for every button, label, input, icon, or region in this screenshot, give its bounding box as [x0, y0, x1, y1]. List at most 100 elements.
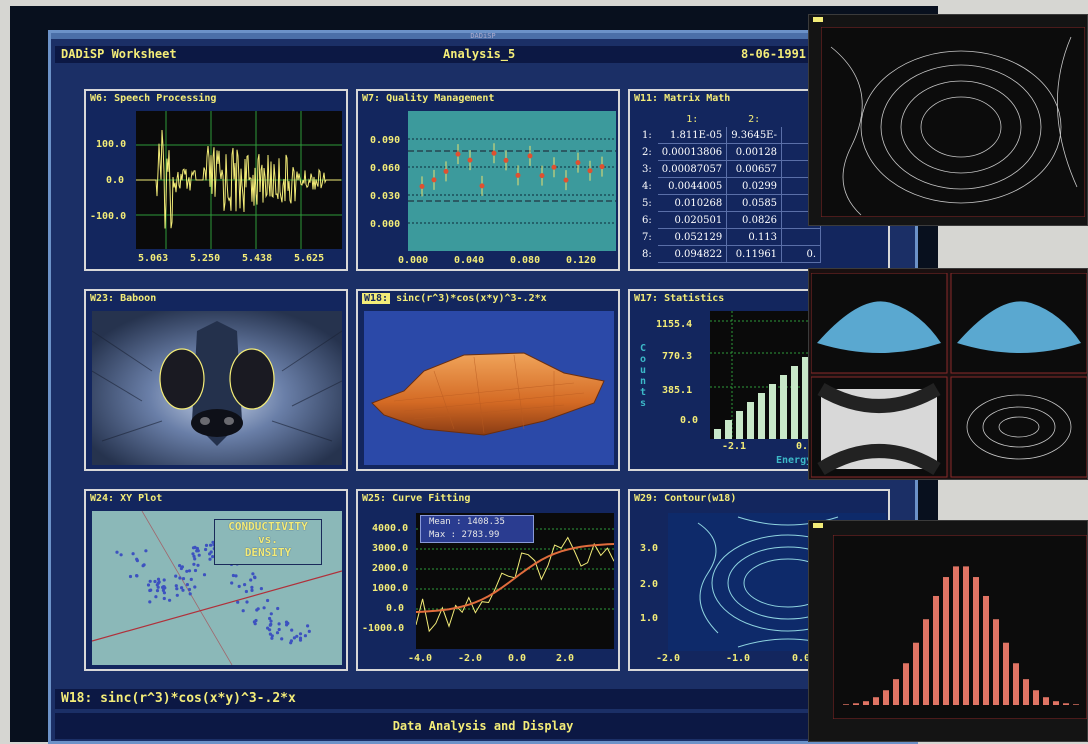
cell: 0.113 [726, 228, 783, 246]
y-tick: 1.0 [640, 613, 659, 624]
column-header: 2: [748, 113, 761, 125]
sample-point [479, 183, 485, 189]
panel-w25[interactable]: W25: Curve Fitting Mean : 1408.35 Max : … [356, 489, 620, 671]
scatter-point [269, 622, 273, 626]
scatter-point [241, 609, 245, 613]
cell: 0.010268 [657, 194, 728, 212]
scatter-point [250, 585, 254, 589]
sample-point [455, 151, 461, 157]
dadisp-window: DADiSP DADiSP Worksheet Analysis_5 8-06-… [48, 30, 918, 744]
scatter-point [208, 557, 212, 561]
scatter-point [157, 580, 161, 584]
inset-histogram-bar [883, 690, 889, 705]
stat-value: 2783.99 [461, 530, 500, 540]
scatter-point [255, 608, 259, 612]
scatter-point [155, 589, 160, 593]
scatter-point [298, 632, 303, 636]
table-row: 8: 0.094822 0.11961 0. [638, 245, 822, 263]
cell: 0.00087057 [657, 160, 728, 178]
scatter-point [148, 588, 152, 593]
inset-histogram-bar [873, 697, 879, 705]
panel-w7[interactable]: W7: Quality Management 0.090 0.060 0.030… [356, 89, 620, 271]
panel-title: W25: Curve Fitting [362, 493, 471, 504]
worksheet-date: 8-06-1991 [741, 47, 807, 61]
scatter-point [196, 563, 200, 567]
row-index: 5: [642, 197, 652, 209]
sample-point [431, 177, 437, 183]
x-tick: 5.250 [190, 253, 221, 264]
y-tick: 4000.0 [372, 523, 409, 534]
panel-title: W24: XY Plot [90, 493, 163, 504]
sample-point [563, 177, 569, 183]
x-tick: -2.0 [656, 653, 681, 664]
y-tick: 385.1 [662, 385, 693, 396]
x-tick: 0.040 [454, 255, 485, 266]
cell: 1.811E-05 [657, 127, 728, 144]
panel-title: W29: Contour(w18) [634, 493, 737, 504]
scatter-point [180, 586, 184, 590]
scatter-point [163, 586, 167, 590]
cell: 0.020501 [657, 211, 728, 229]
command-line-input[interactable]: W18: sinc(r^3)*cos(x*y)^3-.2*x [55, 689, 911, 709]
sample-point [599, 164, 605, 170]
scatter-point [162, 578, 166, 582]
histogram-bar [791, 366, 798, 439]
inset-histogram-bar [983, 595, 989, 705]
panel-w6[interactable]: W6: Speech Processing 100.0 0.0 -100.0 5… [84, 89, 348, 271]
x-tick: 0.0 [508, 653, 527, 664]
panel-w18[interactable]: W18: sinc(r^3)*cos(x*y)^3-.2*x [356, 289, 620, 471]
scatter-point [175, 593, 179, 597]
scatter-point [135, 557, 139, 561]
x-tick: 5.438 [242, 253, 273, 264]
row-index: 6: [642, 214, 652, 226]
scatter-point [253, 622, 257, 626]
scatter-point [244, 589, 248, 594]
y-tick: 3.0 [640, 543, 659, 554]
table-row: 2: 0.00013806 0.00128 [638, 143, 822, 161]
sample-point [467, 157, 473, 163]
scatter-point [148, 579, 152, 583]
inset-histogram-bar [1023, 679, 1029, 705]
x-tick: 0.120 [566, 255, 597, 266]
x-tick: 0.080 [510, 255, 541, 266]
sample-point [503, 157, 509, 163]
histogram-bar [736, 411, 743, 439]
scatter-point [148, 600, 152, 604]
panel-w23[interactable]: W23: Baboon [84, 289, 348, 471]
row-index: 3: [642, 163, 652, 175]
y-tick: 2.0 [640, 579, 659, 590]
table-row: 1: 1.811E-05 9.3645E- [638, 127, 822, 144]
scatter-point [250, 588, 254, 592]
column-header: 1: [686, 113, 699, 125]
x-tick: 0.000 [398, 255, 429, 266]
scatter-point [269, 612, 273, 616]
sample-point [419, 183, 425, 189]
surface-3d-plot [364, 311, 614, 465]
inset-histogram-bar [1063, 703, 1069, 705]
scatter-point [251, 572, 255, 576]
monitor-screen: DADiSP DADiSP Worksheet Analysis_5 8-06-… [10, 6, 938, 744]
scatter-point [289, 641, 293, 645]
y-axis-label: Counts [640, 343, 647, 409]
plot-legend-box: CONDUCTIVITY vs. DENSITY [214, 519, 322, 565]
sample-point [527, 153, 533, 159]
sample-point [491, 150, 497, 156]
scatter-point [175, 587, 179, 591]
stat-label: Mean [429, 517, 451, 527]
scatter-point [178, 576, 182, 580]
scatter-point [277, 622, 281, 626]
scatter-point [156, 577, 161, 581]
scatter-point [180, 565, 184, 569]
inset-contour-screen [808, 14, 1088, 226]
scatter-point [202, 573, 207, 577]
panel-title: W18: sinc(r^3)*cos(x*y)^3-.2*x [362, 292, 547, 306]
row-index: 1: [642, 129, 652, 141]
panel-w24[interactable]: W24: XY Plot CONDUCTIVITY vs. DENSITY [84, 489, 348, 671]
cell: 0.0585 [726, 194, 783, 212]
scatter-point [243, 583, 247, 587]
y-tick: 1155.4 [656, 319, 693, 330]
inset-histogram-bar [863, 701, 869, 705]
stat-value: 1408.35 [466, 517, 505, 527]
inset-histogram-bar [1033, 690, 1039, 705]
sample-point [575, 160, 581, 166]
